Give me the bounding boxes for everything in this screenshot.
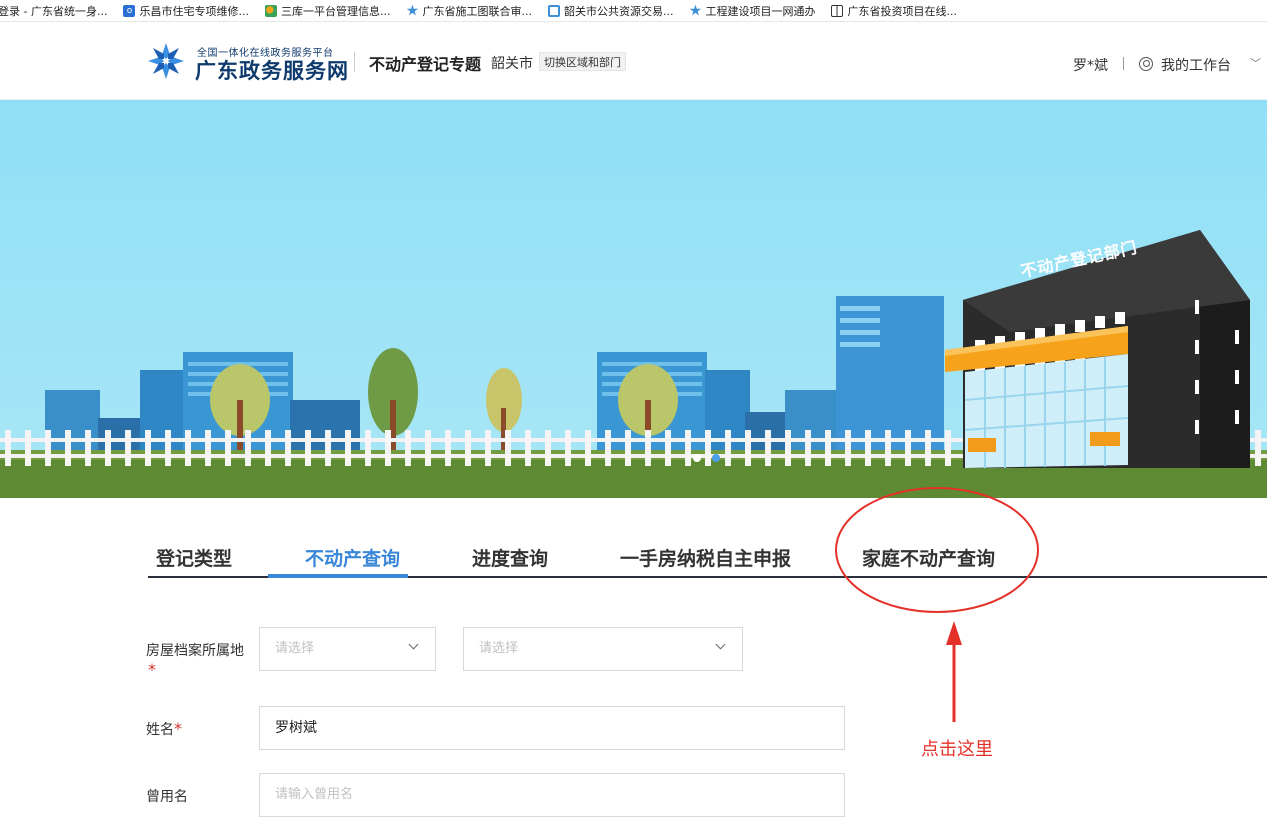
- hero-banner: 不动产登记部门: [0, 100, 1267, 498]
- user-circle-icon: [1139, 57, 1153, 71]
- globe-icon: [831, 5, 843, 17]
- workspace-link[interactable]: 我的工作台: [1161, 55, 1231, 75]
- archive-location-label: 房屋档案所属地: [146, 640, 244, 660]
- banner-illustration: [0, 100, 1267, 498]
- bookmark-label: 广东省投资项目在线...: [847, 3, 957, 19]
- page-root: 登录 - 广东省统一身... o 乐昌市住宅专项维修... 三库一平台管理信息.…: [0, 0, 1267, 818]
- chevron-down-icon: [409, 640, 419, 650]
- blue-star-icon: [406, 5, 418, 17]
- bookmark-label: 广东省施工图联合审...: [422, 3, 532, 19]
- tab-property-query[interactable]: 不动产查询: [305, 544, 400, 571]
- bookmark-item[interactable]: 韶关市公共资源交易...: [548, 3, 674, 19]
- tab-family-property-query[interactable]: 家庭不动产查询: [862, 544, 995, 571]
- bookmark-label: 工程建设项目一网通办: [705, 3, 815, 19]
- user-name[interactable]: 罗*斌: [1073, 55, 1108, 75]
- bookmark-label: 三库一平台管理信息...: [281, 3, 391, 19]
- archive-location-text: 房屋档案所属地: [146, 643, 244, 659]
- active-tab-indicator: [268, 574, 408, 578]
- tab-progress-query[interactable]: 进度查询: [472, 544, 548, 571]
- bookmark-item[interactable]: 广东省投资项目在线...: [831, 3, 957, 19]
- bookmarks-bar: 登录 - 广东省统一身... o 乐昌市住宅专项维修... 三库一平台管理信息.…: [0, 0, 1267, 22]
- select-placeholder: 请选择: [479, 641, 518, 656]
- region-select-2[interactable]: 请选择: [463, 627, 743, 671]
- bookmark-item[interactable]: 三库一平台管理信息...: [265, 3, 391, 19]
- bookmark-label: 乐昌市住宅专项维修...: [139, 3, 249, 19]
- alias-input[interactable]: 请输入曾用名: [259, 773, 845, 817]
- header-user-divider: [1123, 57, 1124, 70]
- select-placeholder: 请选择: [275, 641, 314, 656]
- ring-icon: [548, 5, 560, 17]
- site-header: 全国一体化在线政务服务平台 广东政务服务网 不动产登记专题 韶关市 切换区域和部…: [0, 22, 1267, 100]
- bookmark-item[interactable]: 广东省施工图联合审...: [406, 3, 532, 19]
- logo-title[interactable]: 广东政务服务网: [195, 55, 349, 85]
- bookmark-item[interactable]: o 乐昌市住宅专项维修...: [123, 3, 249, 19]
- bookmark-item[interactable]: 工程建设项目一网通办: [689, 3, 815, 19]
- switch-region-button[interactable]: 切换区域和部门: [539, 52, 626, 71]
- name-input[interactable]: 罗树斌: [259, 706, 845, 750]
- tab-bar: 登记类型 不动产查询 进度查询 一手房纳税自主申报 家庭不动产查询: [148, 530, 1267, 580]
- header-divider: [354, 52, 355, 72]
- annotation-label: 点击这里: [921, 735, 993, 761]
- required-mark: *: [148, 660, 156, 679]
- name-label-text: 姓名: [146, 722, 174, 738]
- tab-registration-type[interactable]: 登记类型: [156, 544, 232, 571]
- leaf-icon: [265, 5, 277, 17]
- chevron-down-icon: [716, 640, 726, 650]
- tab-tax-declaration[interactable]: 一手房纳税自主申报: [620, 544, 791, 571]
- topic-title: 不动产登记专题: [369, 51, 481, 75]
- bookmark-item[interactable]: 登录 - 广东省统一身...: [0, 3, 107, 19]
- logo-icon[interactable]: [146, 41, 186, 81]
- blue-star-icon: [689, 5, 701, 17]
- arrow-up-icon: [946, 621, 962, 645]
- bookmark-label: 登录 - 广东省统一身...: [0, 3, 107, 19]
- name-label: 姓名*: [146, 719, 182, 739]
- current-city: 韶关市: [491, 53, 533, 73]
- alias-label: 曾用名: [146, 786, 188, 806]
- region-select-1[interactable]: 请选择: [259, 627, 436, 671]
- bookmark-label: 韶关市公共资源交易...: [564, 3, 674, 19]
- required-mark: *: [174, 719, 182, 738]
- chevron-down-icon[interactable]: ﹀: [1250, 55, 1261, 71]
- blue-square-icon: o: [123, 5, 135, 17]
